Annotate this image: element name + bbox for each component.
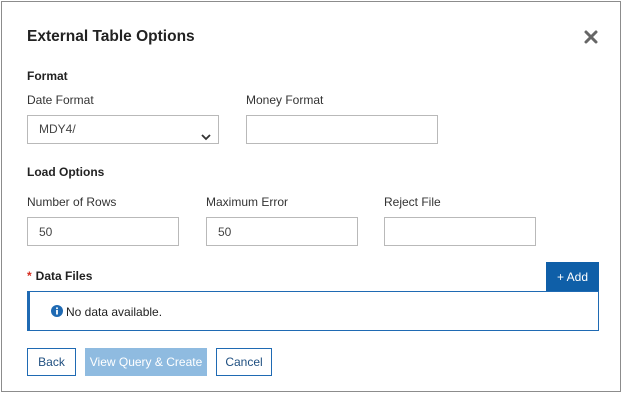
number-of-rows-input[interactable] [27,217,179,246]
maximum-error-label: Maximum Error [206,195,289,209]
maximum-error-input[interactable] [206,217,358,246]
back-button[interactable]: Back [27,348,76,376]
required-marker: * [27,269,32,283]
date-format-select[interactable]: MDY4/ [27,115,219,144]
money-format-label: Money Format [246,93,324,107]
format-section-label: Format [27,69,68,83]
reject-file-input[interactable] [384,217,536,246]
view-query-create-button[interactable]: View Query & Create [85,348,207,376]
cancel-button[interactable]: Cancel [216,348,272,376]
load-options-section-label: Load Options [27,165,105,179]
date-format-label: Date Format [27,93,94,107]
reject-file-label: Reject File [384,195,441,209]
data-files-label: * Data Files [27,269,92,283]
date-format-value: MDY4/ [39,122,76,136]
dialog-title: External Table Options [27,28,195,45]
no-data-message: No data available. [66,305,163,319]
number-of-rows-label: Number of Rows [27,195,117,209]
add-data-file-button[interactable]: + Add [546,262,599,291]
close-icon[interactable] [582,28,600,46]
chevron-down-icon [200,125,212,152]
data-files-panel: No data available. [27,291,599,331]
external-table-options-dialog: External Table Options Format Date Forma… [1,1,621,392]
money-format-input[interactable] [246,115,438,144]
data-files-label-text: Data Files [35,269,93,283]
info-icon [51,304,63,322]
